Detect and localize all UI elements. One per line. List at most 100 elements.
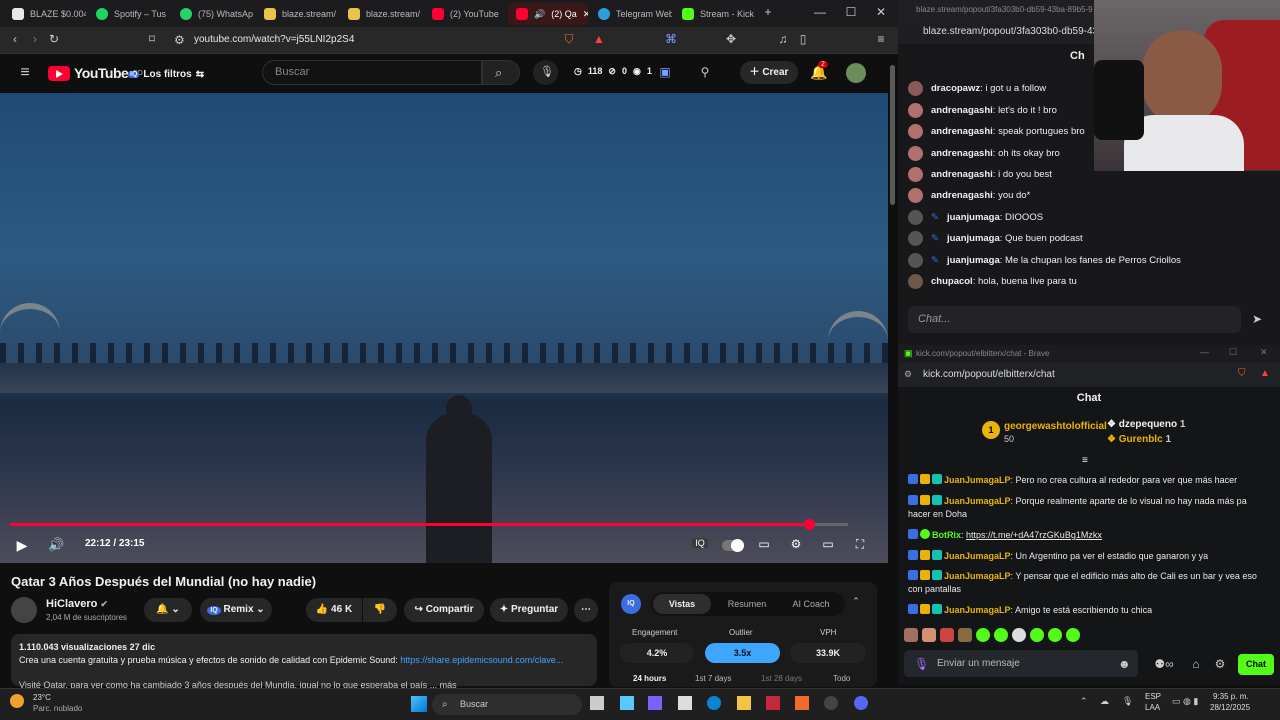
- range-24h[interactable]: 24 hours: [633, 674, 666, 683]
- volume-icon[interactable]: 🔊: [48, 537, 64, 553]
- reload-icon[interactable]: ↻: [47, 32, 61, 46]
- app-icon[interactable]: [766, 696, 780, 710]
- search-button[interactable]: ⌕: [482, 60, 520, 85]
- filters-button[interactable]: IQ Los filtros ⇆: [128, 64, 204, 84]
- tab-spotify[interactable]: Spotify – Tus: [88, 3, 170, 25]
- tray-chevron-icon[interactable]: ⌃: [1080, 696, 1088, 707]
- translate-icon[interactable]: ⌘: [664, 32, 678, 46]
- edge-icon[interactable]: [707, 696, 721, 710]
- forward-icon[interactable]: ›: [28, 32, 42, 46]
- new-tab-icon[interactable]: +: [760, 5, 776, 19]
- url-field[interactable]: ⚙ youtube.com/watch?v=j55LNI2p2S4: [168, 30, 588, 50]
- task-view-icon[interactable]: [590, 696, 604, 710]
- discord-icon[interactable]: [854, 696, 868, 710]
- tab-youtube-active[interactable]: 🔊 (2) Qa ✕: [508, 3, 588, 25]
- keyboard-layout[interactable]: LAA: [1145, 703, 1160, 712]
- range-28d[interactable]: 1st 28 days: [761, 674, 802, 683]
- users-icon[interactable]: ⚉∞: [1152, 657, 1176, 671]
- app-icon[interactable]: [824, 696, 838, 710]
- media-icon[interactable]: ♫: [776, 32, 790, 46]
- play-icon[interactable]: ▶: [14, 537, 30, 554]
- file-explorer-icon[interactable]: [737, 696, 751, 710]
- mic-tray-icon[interactable]: 🎙: [1122, 696, 1133, 707]
- vidiq-player-icon[interactable]: IQ: [692, 538, 708, 548]
- settings-icon[interactable]: ⚙: [788, 537, 804, 551]
- vidiq-toolbar-icon[interactable]: ▣: [658, 65, 672, 79]
- back-icon[interactable]: ‹: [8, 32, 22, 46]
- close-tab-icon[interactable]: ✕: [583, 9, 588, 20]
- network-icon[interactable]: ▭ ◍ ▮: [1172, 696, 1198, 707]
- brave-rewards-icon[interactable]: ▲: [1260, 368, 1270, 379]
- emoji-icon[interactable]: ☻: [1118, 657, 1131, 671]
- tab-youtube[interactable]: (2) YouTube: [424, 3, 506, 25]
- channel-name[interactable]: HiClavero ✔: [46, 598, 108, 610]
- tab-vistas[interactable]: Vistas: [653, 594, 711, 614]
- close-window-icon[interactable]: ✕: [873, 5, 889, 19]
- pin-collapse-icon[interactable]: ≡: [1082, 455, 1088, 466]
- more-options-button[interactable]: ⋯: [574, 598, 598, 622]
- range-all[interactable]: Todo: [833, 674, 850, 683]
- tab-whatsapp[interactable]: (75) WhatsAp: [172, 3, 254, 25]
- maximize-icon[interactable]: ☐: [1229, 347, 1237, 358]
- channel-avatar[interactable]: [11, 597, 37, 623]
- scrollbar-thumb[interactable]: [890, 65, 895, 205]
- collapse-icon[interactable]: ⌃: [849, 596, 863, 607]
- description-link[interactable]: https://share.epidemicsound.com/clave...: [400, 655, 563, 665]
- theater-mode-icon[interactable]: ▭: [820, 537, 836, 551]
- app-icon[interactable]: [620, 696, 634, 710]
- hamburger-menu-icon[interactable]: ≡: [16, 64, 34, 82]
- minimize-icon[interactable]: —: [1200, 347, 1209, 357]
- description-box[interactable]: 1.110.043 visualizaciones 27 dic Crea un…: [11, 634, 597, 690]
- site-info-icon[interactable]: ⚙: [904, 369, 912, 380]
- dislike-button[interactable]: 👎: [363, 598, 397, 622]
- create-button[interactable]: ＋ Crear: [740, 61, 798, 84]
- language-code[interactable]: ESP: [1145, 692, 1161, 701]
- brave-shield-icon[interactable]: ⛉: [1238, 368, 1246, 379]
- ask-button[interactable]: ✦ Preguntar: [490, 598, 568, 622]
- taskbar-search[interactable]: ⌕ Buscar: [432, 694, 582, 715]
- brave-icon[interactable]: [795, 696, 809, 710]
- video-player[interactable]: [0, 93, 888, 563]
- emote-bar[interactable]: [904, 628, 1094, 644]
- tab-blaze[interactable]: BLAZE $0.004: [4, 3, 86, 25]
- kick-message-input[interactable]: Enviar un mensaje: [904, 650, 1138, 677]
- tab-telegram[interactable]: Telegram Web: [590, 3, 672, 25]
- clock-time[interactable]: 9:35 p. m.: [1213, 692, 1249, 701]
- settings-icon[interactable]: ⚙: [1214, 657, 1226, 671]
- tab-blaze-stream-1[interactable]: blaze.stream/: [256, 3, 338, 25]
- tab-resumen[interactable]: Resumen: [719, 594, 775, 614]
- start-icon[interactable]: [411, 696, 427, 712]
- search-input[interactable]: Buscar: [262, 60, 482, 85]
- sidebar-icon[interactable]: ▯: [796, 32, 810, 46]
- bookmark-icon[interactable]: ⌑: [145, 32, 159, 46]
- brave-rewards-icon[interactable]: ▲: [592, 32, 606, 46]
- microphone-icon[interactable]: 🎙: [914, 657, 929, 671]
- tab-kick[interactable]: Stream - Kick: [674, 3, 756, 25]
- site-info-icon[interactable]: ⚙: [174, 30, 185, 50]
- notification-bell-button[interactable]: 🔔 ⌄: [144, 598, 192, 622]
- voice-search-button[interactable]: 🎙: [533, 60, 558, 85]
- range-7d[interactable]: 1st 7 days: [695, 674, 731, 683]
- scrollbar-track[interactable]: [888, 55, 898, 688]
- remix-button[interactable]: IQ Remix ⌄: [200, 598, 272, 622]
- like-button[interactable]: 👍 46 K: [306, 598, 362, 622]
- send-icon[interactable]: ➤: [1250, 312, 1264, 326]
- extensions-icon[interactable]: ✥: [724, 32, 738, 46]
- user-avatar[interactable]: [846, 63, 866, 83]
- share-button[interactable]: ↪ Compartir: [404, 598, 484, 622]
- app-icon[interactable]: [648, 696, 662, 710]
- tab-ai-coach[interactable]: AI Coach: [781, 594, 841, 614]
- minimize-icon[interactable]: —: [812, 5, 828, 19]
- autoplay-toggle[interactable]: [722, 539, 744, 552]
- kick-send-button[interactable]: Chat: [1238, 654, 1274, 675]
- cloud-icon[interactable]: ☁: [1100, 696, 1109, 707]
- menu-icon[interactable]: ≡: [874, 32, 888, 46]
- app-icon[interactable]: [678, 696, 692, 710]
- fullscreen-icon[interactable]: ⛶: [852, 537, 868, 552]
- gift-icon[interactable]: ⌂: [1190, 657, 1202, 671]
- chat-input[interactable]: Chat...: [908, 306, 1241, 333]
- tab-blaze-stream-2[interactable]: blaze.stream/: [340, 3, 422, 25]
- clock-date[interactable]: 28/12/2025: [1210, 703, 1250, 712]
- pin-icon[interactable]: ⚲: [698, 65, 712, 79]
- progress-scrubber[interactable]: [804, 519, 815, 530]
